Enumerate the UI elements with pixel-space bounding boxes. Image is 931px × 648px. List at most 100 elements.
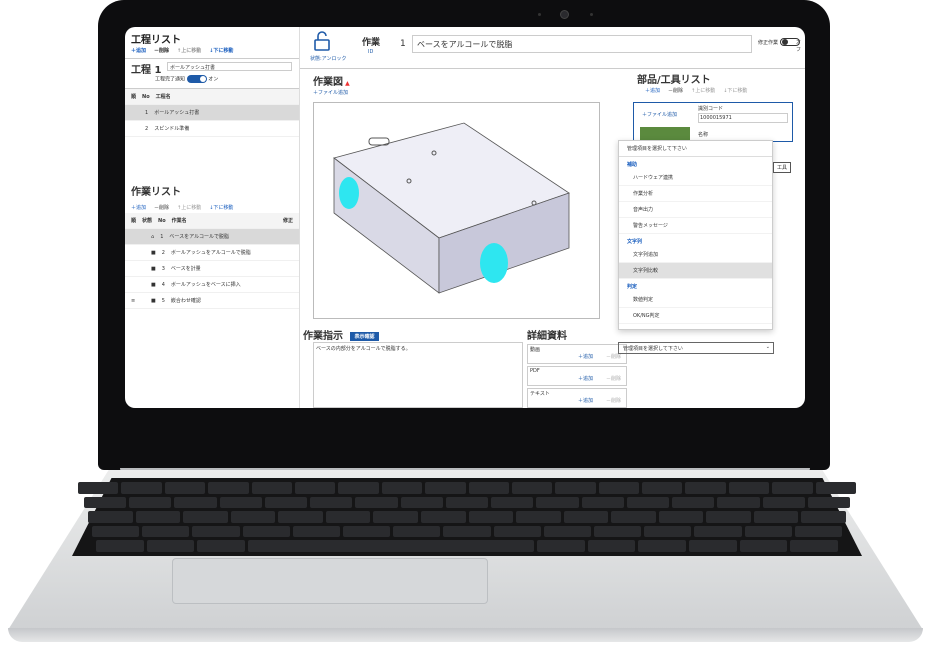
- control-select[interactable]: 管理項目を選択して下さい ⌄: [618, 342, 774, 354]
- menu-item[interactable]: 文字列追加: [619, 247, 772, 263]
- work-up-button[interactable]: ↑上に移動: [177, 204, 201, 211]
- video-delete-button[interactable]: －削除: [606, 353, 621, 360]
- process-down-button[interactable]: ↓下に移動: [209, 47, 233, 54]
- video-add-button[interactable]: ＋追加: [578, 353, 593, 360]
- col-process-name: 工程名: [155, 94, 171, 100]
- text-add-button[interactable]: ＋追加: [578, 397, 593, 404]
- laptop-front-edge: [8, 628, 923, 642]
- work-down-button[interactable]: ↓下に移動: [209, 204, 233, 211]
- left-panel: 工程リスト ＋追加 －削除 ↑上に移動 ↓下に移動 工程 1 ボールアッシュ打書…: [125, 27, 300, 408]
- correct-work-label: 修正作業: [758, 40, 779, 46]
- toggle-on-label: オン: [208, 76, 219, 83]
- menu-item[interactable]: ハードウェア連携: [619, 170, 772, 186]
- parts-tools-title: 部品/工具リスト: [637, 75, 711, 86]
- row-name: ボールアッシュ打書: [154, 110, 200, 116]
- process-detail: 工程 1 ボールアッシュ打書 工程完了通知 オン: [125, 59, 299, 89]
- pdf-delete-button[interactable]: －削除: [606, 375, 621, 382]
- table-row[interactable]: ■ 3 ベースを計量: [125, 261, 299, 277]
- pdf-add-button[interactable]: ＋追加: [578, 375, 593, 382]
- select-value: 管理項目を選択して下さい: [623, 346, 683, 352]
- table-row[interactable]: ⌂ 1 ベースをアルコールで脱脂: [125, 229, 299, 245]
- process-up-button[interactable]: ↑上に移動: [177, 47, 201, 54]
- work-list-title: 作業リスト: [131, 187, 181, 198]
- figure-file-add-button[interactable]: ＋ファイル追加: [313, 89, 348, 96]
- group-judge: 判定: [627, 284, 638, 290]
- parts-down-button[interactable]: ↓下に移動: [723, 87, 747, 94]
- row-name: ベースを計量: [170, 266, 201, 272]
- complete-notify-label: 工程完了通知: [155, 76, 186, 83]
- process-add-button[interactable]: ＋追加: [131, 47, 146, 54]
- detail-row-text: テキスト ＋追加 －削除: [527, 388, 627, 408]
- code-input[interactable]: 1000015971: [698, 113, 788, 123]
- keyboard-keys: [77, 482, 857, 552]
- work-add-button[interactable]: ＋追加: [131, 204, 146, 211]
- col-status: 状態: [142, 218, 153, 224]
- unlock-icon[interactable]: [314, 31, 330, 51]
- laptop: 工程リスト ＋追加 －削除 ↑上に移動 ↓下に移動 工程 1 ボールアッシュ打書…: [0, 0, 931, 648]
- part-card[interactable]: ＋ファイル追加 識別コード 1000015971 名称: [633, 102, 793, 142]
- unlock-icon: ⌂: [151, 233, 155, 240]
- process-delete-button[interactable]: －削除: [154, 47, 169, 54]
- part-file-add-button[interactable]: ＋ファイル追加: [642, 111, 677, 118]
- process-list-header: 工程リスト ＋追加 －削除 ↑上に移動 ↓下に移動: [125, 27, 299, 59]
- work-header-bar: 状態:アンロック 作業 ID 1 ベースをアルコールで脱脂 修正作業 オフ: [300, 27, 805, 69]
- col-work-name: 作業名: [171, 218, 187, 224]
- process-name-input[interactable]: ボールアッシュ打書: [167, 62, 292, 71]
- parts-delete-button[interactable]: －削除: [668, 87, 683, 94]
- instruction-textarea[interactable]: ベースの内部分をアルコールで脱脂する。: [313, 342, 523, 408]
- menu-item[interactable]: 数値判定: [619, 292, 772, 308]
- menu-item[interactable]: 作業分析: [619, 186, 772, 202]
- lock-icon: ■: [151, 297, 156, 304]
- col-order: 順: [131, 94, 137, 100]
- lock-icon: ■: [151, 281, 156, 288]
- detail-section: 詳細資料 動画 ＋追加 －削除 PDF ＋追加 －削除 テキスト ＋追加 －削除: [527, 327, 627, 408]
- menu-item[interactable]: 音声出力: [619, 202, 772, 218]
- app-screen: 工程リスト ＋追加 －削除 ↑上に移動 ↓下に移動 工程 1 ボールアッシュ打書…: [125, 27, 805, 408]
- group-assist: 補助: [627, 162, 638, 168]
- touchpad: [172, 558, 488, 604]
- parts-toolbar: ＋追加 －削除 ↑上に移動 ↓下に移動: [645, 87, 747, 94]
- col-no: No: [142, 93, 150, 100]
- row-no: 2: [161, 249, 165, 256]
- col-edit: 修正: [282, 218, 293, 224]
- table-row[interactable]: ■ 2 ボールアッシュをアルコールで脱脂: [125, 245, 299, 261]
- row-no: 1: [160, 233, 164, 240]
- work-name-input[interactable]: ベースをアルコールで脱脂: [412, 35, 752, 53]
- detail-row-video: 動画 ＋追加 －削除: [527, 344, 627, 364]
- parts-up-button[interactable]: ↑上に移動: [691, 87, 715, 94]
- table-row[interactable]: ■ 4 ボールアッシュをベースに挿入: [125, 277, 299, 293]
- group-string: 文字列: [627, 239, 643, 245]
- figure-title-text: 作業図: [313, 77, 343, 88]
- work-figure-canvas[interactable]: [313, 102, 600, 319]
- table-row[interactable]: 2 スピンドル準備: [125, 121, 299, 137]
- control-dropdown-menu: 管理項目を選択して下さい 補助 ハードウェア連携 作業分析 音声出力 警告メッセ…: [618, 140, 773, 330]
- col-order: 順: [131, 218, 137, 224]
- part-3d-model: [333, 122, 570, 294]
- row-no: 5: [161, 297, 165, 304]
- toggle-off-label: オフ: [796, 40, 802, 53]
- row-no: 2: [145, 125, 149, 132]
- row-name: ベースをアルコールで脱脂: [169, 234, 229, 240]
- table-row[interactable]: ≡ ■ 5 嵌合わせ確認: [125, 293, 299, 309]
- menu-item[interactable]: OK/NG判定: [619, 308, 772, 324]
- complete-notify-toggle[interactable]: [186, 75, 207, 83]
- work-delete-button[interactable]: －削除: [154, 204, 169, 211]
- dropdown-prompt: 管理項目を選択して下さい: [619, 141, 772, 157]
- parts-add-button[interactable]: ＋追加: [645, 87, 660, 94]
- menu-item-highlighted[interactable]: 文字列比較: [619, 263, 772, 279]
- row-name: スピンドル準備: [154, 126, 190, 132]
- text-delete-button[interactable]: －削除: [606, 397, 621, 404]
- pdf-label: PDF: [530, 368, 540, 374]
- instruction-title-text: 作業指示: [303, 331, 343, 342]
- tool-button[interactable]: 工具: [773, 162, 792, 173]
- row-name: ボールアッシュをベースに挿入: [170, 282, 241, 288]
- process-list-title: 工程リスト: [131, 35, 181, 46]
- row-name: 嵌合わせ確認: [170, 298, 201, 304]
- webcam-icon: [560, 10, 569, 19]
- work-id-label: ID: [368, 49, 374, 55]
- show-confirm-button[interactable]: 表示確認: [350, 331, 379, 341]
- figure-title: 作業図 ▲: [313, 77, 350, 88]
- sensor-dot: [538, 13, 541, 16]
- menu-item[interactable]: 警告メッセージ: [619, 218, 772, 234]
- table-row[interactable]: 1 ボールアッシュ打書: [125, 105, 299, 121]
